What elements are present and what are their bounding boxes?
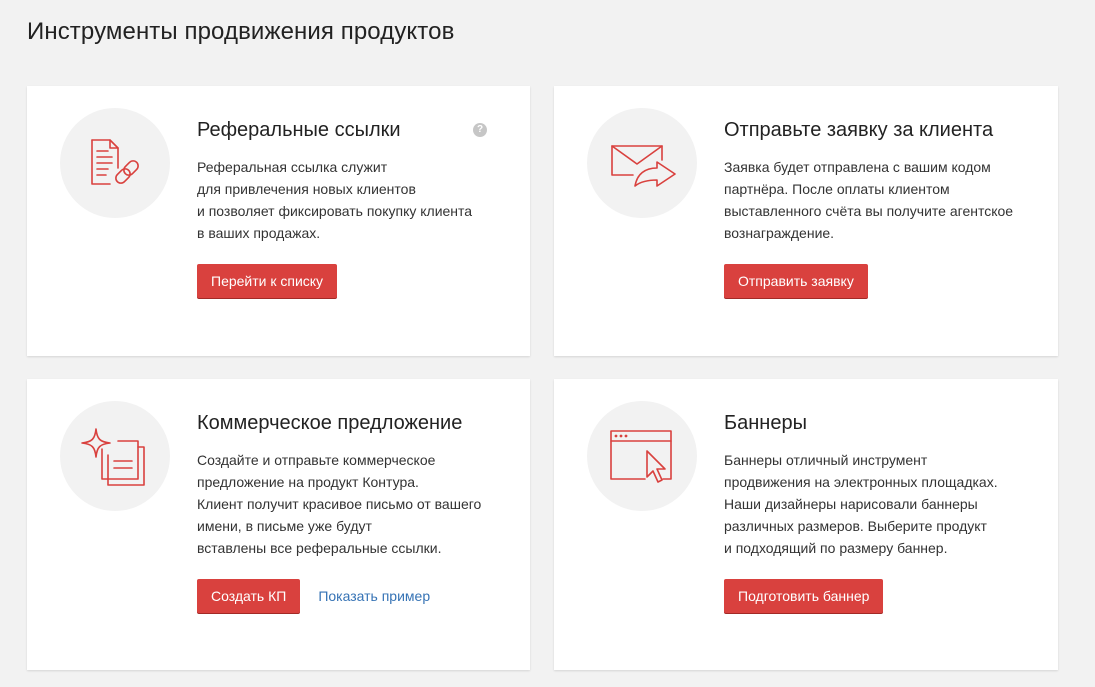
browser-cursor-icon [610, 430, 672, 483]
card-description: Баннеры отличный инструмент продвижения … [724, 449, 1034, 559]
card-text-line: имени, в письме уже будут [197, 518, 372, 534]
card-text-line: вставлены все реферальные ссылки. [197, 540, 442, 556]
card-text-line: предложение на продукт Контура. [197, 474, 419, 490]
send-request-button[interactable]: Отправить заявку [724, 264, 868, 298]
card-description: Реферальная ссылка служит для привлечени… [197, 156, 507, 244]
card-text-line: Баннеры отличный инструмент [724, 452, 928, 468]
icon-circle [587, 401, 697, 511]
card-text-line: различных размеров. Выберите продукт [724, 518, 987, 534]
sparkle-documents-icon [81, 428, 145, 486]
card-referral-links: Реферальные ссылки Реферальная ссылка сл… [27, 86, 530, 356]
card-title-line: за клиента [893, 119, 994, 141]
card-title: Реферальные ссылки [197, 116, 507, 144]
icon-circle [60, 401, 170, 511]
card-banners: Баннеры Баннеры отличный инструмент прод… [554, 379, 1058, 670]
card-commercial-proposal: Коммерческое предложение Создайте и отпр… [27, 379, 530, 670]
card-title-line: Отправьте заявку [724, 119, 888, 141]
card-text-line: Создайте и отправьте коммерческое [197, 452, 436, 468]
card-text-line: выставленного счёта вы получите агентско… [724, 203, 1014, 219]
card-description: Создайте и отправьте коммерческое предло… [197, 449, 507, 559]
card-description: Заявка будет отправлена с вашим кодом па… [724, 156, 1034, 244]
card-title-line: Баннеры [724, 412, 807, 434]
page-title: Инструменты продвижения продуктов [27, 18, 455, 45]
card-text-line: Наши дизайнеры нарисовали баннеры [724, 496, 978, 512]
envelope-send-icon [611, 145, 676, 187]
card-text-line: Клиент получит красивое письмо от вашего [197, 496, 482, 512]
document-link-icon [91, 139, 139, 185]
card-text-line: вознаграждение. [724, 225, 835, 241]
card-title-line: Коммерческое [197, 412, 332, 434]
show-example-link[interactable]: Показать пример [318, 588, 430, 604]
card-text-line: партнёра. После оплаты клиентом [724, 181, 950, 197]
icon-circle [60, 108, 170, 218]
card-text-line: Заявка будет отправлена с вашим кодом [724, 159, 991, 175]
icon-circle [587, 108, 697, 218]
card-title-line: Реферальные ссылки [197, 119, 401, 141]
card-text-line: для привлечения новых клиентов [197, 181, 416, 197]
card-title-line: предложение [337, 412, 463, 434]
help-icon[interactable]: ? [473, 123, 487, 137]
card-text-line: продвижения на электронных площадках. [724, 474, 998, 490]
go-to-list-button[interactable]: Перейти к списку [197, 264, 338, 298]
card-text-line: в ваших продажах. [197, 225, 321, 241]
card-title: Отправьте заявку за клиента [724, 116, 1034, 144]
card-text-line: и подходящий по размеру баннер. [724, 540, 948, 556]
prepare-banner-button[interactable]: Подготовить баннер [724, 579, 884, 613]
card-title: Коммерческое предложение [197, 409, 507, 437]
card-title: Баннеры [724, 409, 1034, 437]
card-send-request: Отправьте заявку за клиента Заявка будет… [554, 86, 1058, 356]
create-proposal-button[interactable]: Создать КП [197, 579, 301, 613]
card-text-line: Реферальная ссылка служит [197, 159, 388, 175]
card-text-line: и позволяет фиксировать покупку клиента [197, 203, 473, 219]
